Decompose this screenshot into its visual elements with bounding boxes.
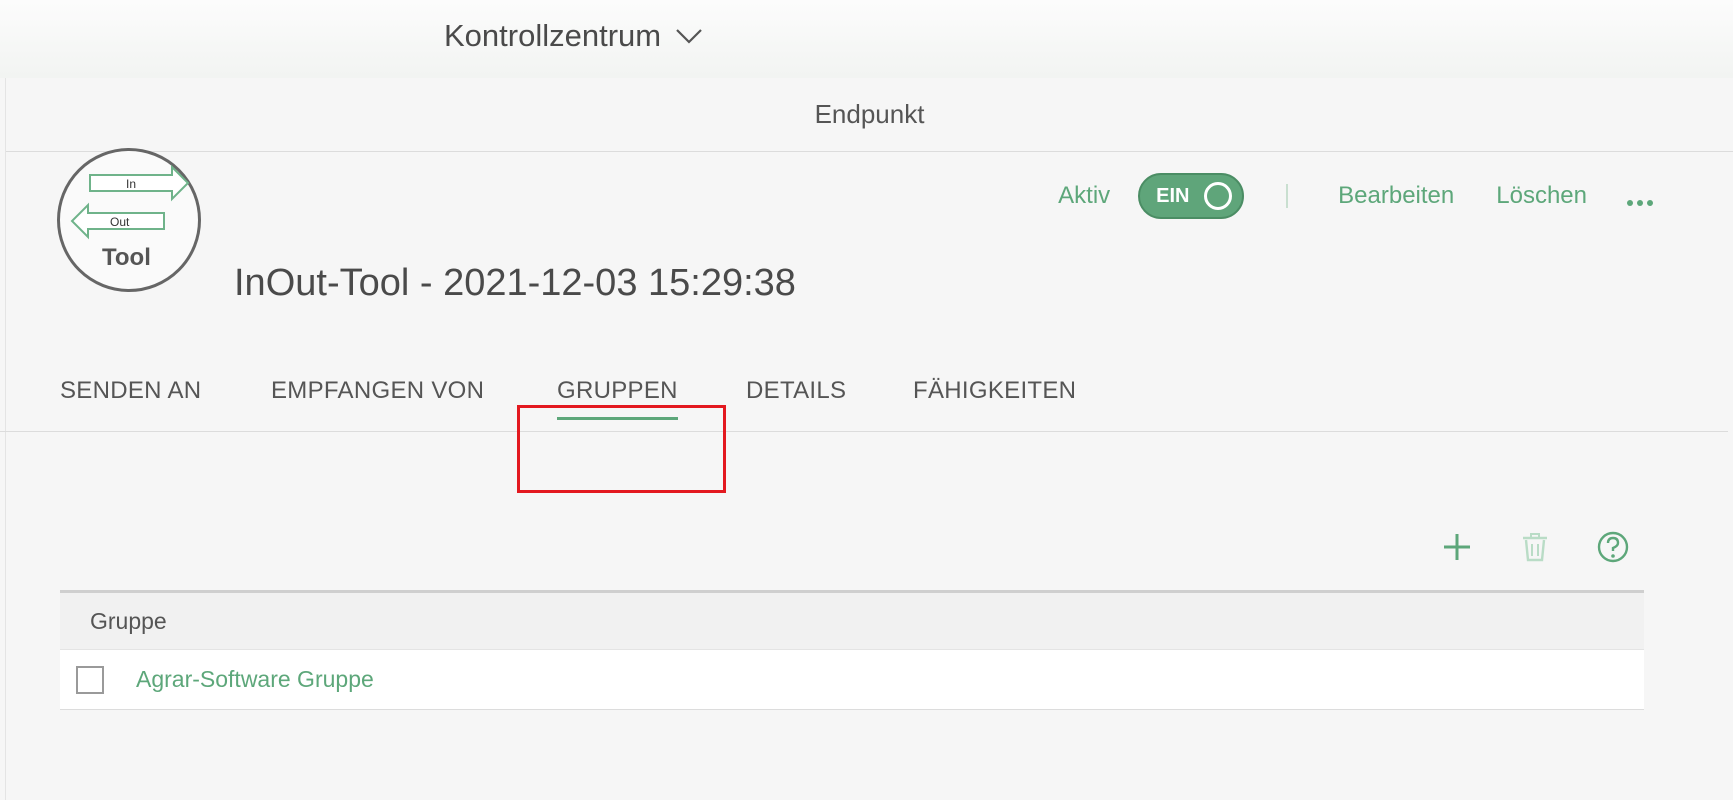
column-header-group: Gruppe	[90, 607, 167, 634]
top-bar: Kontrollzentrum	[0, 0, 1733, 78]
tab-label: EMPFANGEN VON	[271, 377, 485, 404]
divider	[1286, 184, 1289, 208]
table-header: Gruppe	[60, 590, 1644, 650]
groups-table: Gruppe Agrar-Software Gruppe	[60, 590, 1644, 710]
inout-tool-logo-icon: In Out Tool	[70, 164, 190, 271]
trash-icon[interactable]	[1518, 530, 1552, 564]
row-checkbox[interactable]	[76, 665, 104, 694]
control-center-menu[interactable]: Kontrollzentrum	[444, 18, 703, 54]
logo-tool-text: Tool	[102, 244, 151, 271]
chevron-down-icon	[676, 29, 702, 44]
tab-bar: SENDEN AN EMPFANGEN VON GRUPPEN DETAILS …	[0, 350, 1728, 432]
tab-label: DETAILS	[746, 377, 847, 404]
endpoint-actions: Aktiv EIN Bearbeiten Löschen	[1058, 172, 1653, 220]
toggle-label: EIN	[1156, 184, 1190, 207]
logo-out-text: Out	[110, 215, 130, 229]
toggle-knob	[1204, 182, 1233, 210]
tab-capabilities[interactable]: FÄHIGKEITEN	[913, 350, 1076, 432]
table-row: Agrar-Software Gruppe	[60, 650, 1644, 710]
tab-label: SENDEN AN	[60, 377, 202, 404]
table-toolbar	[1440, 530, 1630, 564]
endpoint-logo: In Out Tool	[57, 148, 201, 292]
plus-icon[interactable]	[1440, 530, 1474, 564]
delete-link[interactable]: Löschen	[1496, 182, 1587, 210]
help-icon[interactable]	[1596, 530, 1630, 564]
panel-title: Endpunkt	[814, 99, 925, 129]
more-dots-icon[interactable]	[1627, 200, 1653, 206]
tab-receive-from[interactable]: EMPFANGEN VON	[271, 350, 484, 432]
panel-header: Endpunkt	[6, 78, 1733, 152]
group-link[interactable]: Agrar-Software Gruppe	[136, 666, 374, 693]
tab-details[interactable]: DETAILS	[746, 350, 846, 432]
edit-link[interactable]: Bearbeiten	[1338, 182, 1454, 210]
active-label: Aktiv	[1058, 182, 1111, 209]
logo-in-text: In	[126, 177, 136, 191]
tab-groups[interactable]: GRUPPEN	[557, 350, 678, 432]
endpoint-title: InOut-Tool - 2021-12-03 15:29:38	[234, 262, 796, 304]
tab-send-to[interactable]: SENDEN AN	[60, 350, 201, 432]
tab-label: FÄHIGKEITEN	[913, 377, 1077, 404]
control-center-label: Kontrollzentrum	[444, 18, 662, 53]
tab-label: GRUPPEN	[557, 377, 678, 404]
active-toggle[interactable]: EIN	[1138, 173, 1245, 219]
